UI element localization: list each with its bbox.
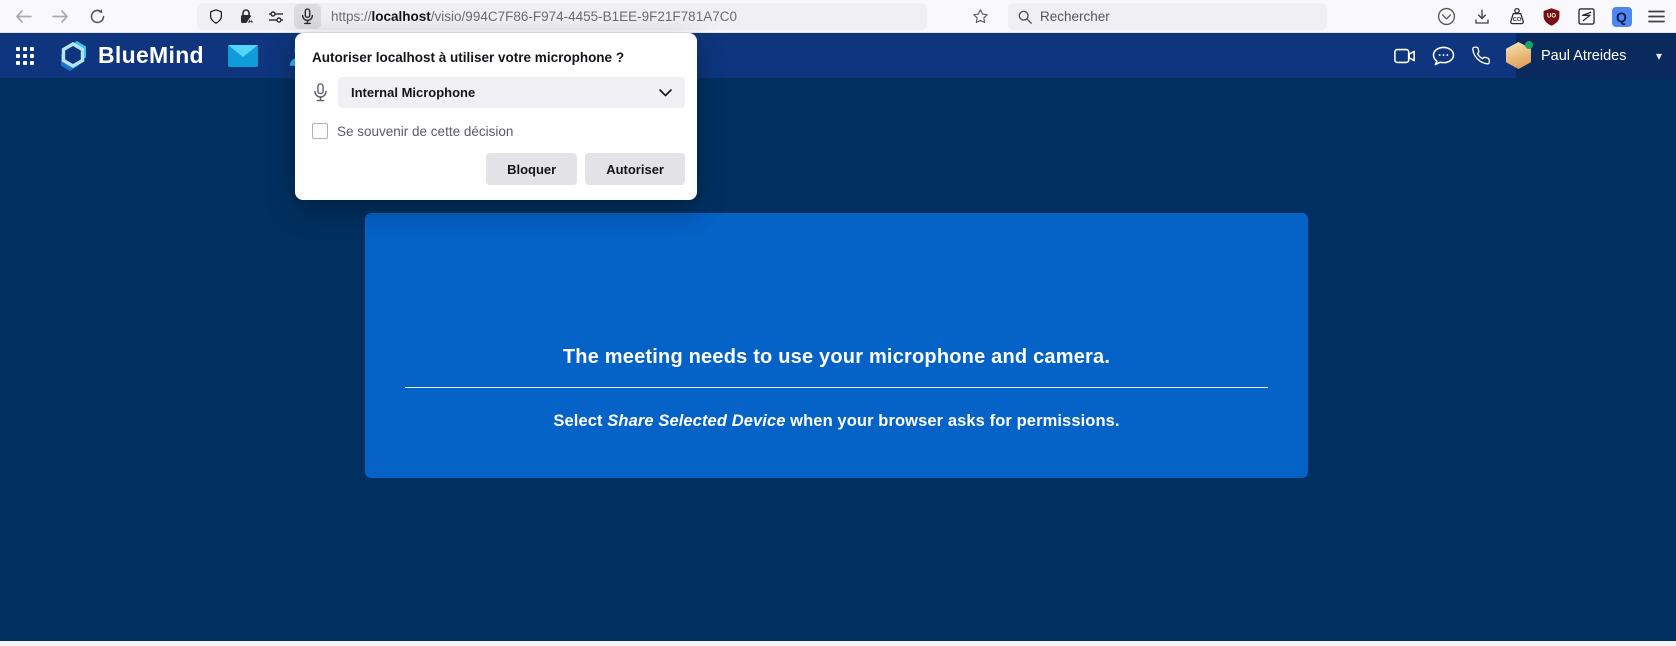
instruction-suffix: when your browser asks for permissions.: [786, 412, 1120, 430]
url-host: localhost: [372, 9, 431, 24]
pocket-button[interactable]: [1436, 5, 1457, 29]
user-name: Paul Atreides: [1541, 48, 1626, 64]
brand-name: BlueMind: [98, 42, 204, 69]
chat-button[interactable]: [1424, 37, 1462, 75]
microphone-icon: [312, 82, 328, 103]
chevron-down-icon: [659, 89, 672, 97]
avatar: [1506, 42, 1531, 69]
chevron-down-icon: ▾: [1656, 49, 1662, 63]
back-icon: [15, 9, 32, 24]
search-bar[interactable]: Rechercher: [1008, 3, 1327, 30]
q-extension-icon: Q: [1612, 7, 1632, 27]
user-menu[interactable]: Paul Atreides ▾: [1516, 33, 1676, 78]
ublock-origin-extension-button[interactable]: UO: [1541, 5, 1562, 29]
pocket-icon: [1437, 7, 1456, 26]
microphone-icon: [301, 8, 314, 25]
lock-warning-icon[interactable]: [234, 5, 258, 28]
search-icon: [1018, 10, 1032, 24]
remember-decision-label: Se souvenir de cette décision: [337, 124, 513, 139]
extension-button[interactable]: [1576, 5, 1597, 29]
microphone-permission-button[interactable]: [294, 4, 321, 29]
extension-icon: [1577, 7, 1596, 26]
mail-icon: [227, 44, 259, 68]
instruction-emphasis: Share Selected Device: [607, 412, 785, 430]
ublock-origin-icon: UO: [1542, 7, 1561, 26]
protections-settings-icon[interactable]: [264, 5, 288, 28]
browser-toolbar: https://localhost/visio/994C7F86-F974-44…: [0, 0, 1676, 33]
window-bottom-edge: [0, 641, 1676, 646]
navbar-right-tools: Paul Atreides ▾: [1386, 33, 1676, 78]
search-placeholder: Rechercher: [1040, 9, 1110, 24]
url-text[interactable]: https://localhost/visio/994C7F86-F974-44…: [331, 9, 737, 24]
video-call-button[interactable]: [1386, 37, 1424, 75]
mail-app-button[interactable]: [226, 39, 260, 73]
consent-o-matic-label: CO: [1512, 16, 1521, 22]
url-bar[interactable]: https://localhost/visio/994C7F86-F974-44…: [197, 3, 927, 30]
device-select-dropdown[interactable]: Internal Microphone: [338, 77, 685, 108]
device-select-row: Internal Microphone: [312, 77, 685, 108]
microphone-permission-popup: Autoriser localhost à utiliser votre mic…: [295, 33, 697, 200]
bluemind-navbar: BlueMind: [0, 33, 1676, 78]
app-menu-button[interactable]: [1646, 5, 1667, 29]
ublock-origin-label: UO: [1547, 14, 1556, 20]
instruction-prefix: Select: [553, 412, 607, 430]
toolbar-extensions: CO UO Q: [1436, 3, 1667, 30]
forward-button[interactable]: [45, 3, 75, 30]
popup-title: Autoriser localhost à utiliser votre mic…: [312, 50, 624, 65]
bookmark-button[interactable]: [966, 4, 994, 29]
panel-heading: The meeting needs to use your microphone…: [365, 345, 1308, 369]
phone-icon: [1471, 46, 1491, 66]
q-extension-button[interactable]: Q: [1611, 5, 1632, 29]
hamburger-menu-icon: [1648, 10, 1665, 23]
bluemind-logo: [58, 39, 90, 73]
panel-instruction: Select Share Selected Device when your b…: [365, 412, 1308, 431]
presence-status-dot: [1525, 41, 1533, 49]
tracking-shield-icon[interactable]: [204, 5, 228, 28]
remember-decision-option[interactable]: Se souvenir de cette décision: [312, 123, 513, 139]
chat-bubble-icon: [1432, 46, 1455, 66]
video-camera-icon: [1394, 48, 1416, 64]
url-path: /visio/994C7F86-F974-4455-B1EE-9F21F781A…: [431, 9, 737, 24]
back-button[interactable]: [8, 3, 38, 30]
forward-icon: [52, 9, 69, 24]
selected-device: Internal Microphone: [351, 85, 475, 100]
reload-button[interactable]: [82, 3, 112, 30]
permissions-info-panel: The meeting needs to use your microphone…: [365, 213, 1308, 478]
app-launcher-icon[interactable]: [16, 47, 34, 65]
reload-icon: [89, 8, 106, 25]
allow-button[interactable]: Autoriser: [585, 153, 685, 185]
popup-buttons: Bloquer Autoriser: [486, 153, 685, 185]
block-button[interactable]: Bloquer: [486, 153, 577, 185]
remember-decision-checkbox[interactable]: [312, 123, 328, 139]
consent-o-matic-extension-button[interactable]: CO: [1506, 5, 1527, 29]
star-icon: [972, 8, 989, 25]
phone-button[interactable]: [1462, 37, 1500, 75]
consent-o-matic-icon: CO: [1507, 7, 1527, 27]
url-scheme: https://: [331, 9, 372, 24]
panel-divider: [405, 387, 1268, 388]
download-icon: [1473, 8, 1491, 26]
visio-page: The meeting needs to use your microphone…: [0, 78, 1676, 641]
downloads-button[interactable]: [1471, 5, 1492, 29]
